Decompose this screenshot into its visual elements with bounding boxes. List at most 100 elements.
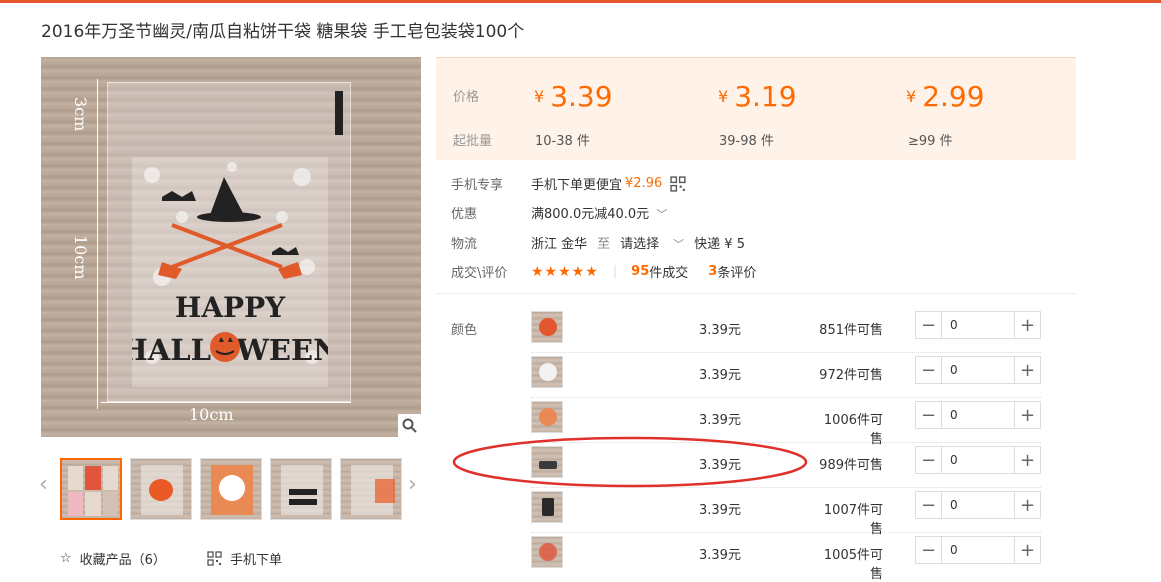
deals-reviews-value: ★★★★★ | 95 件成交 3 条评价 xyxy=(531,262,757,282)
variant-price: 3.39元 xyxy=(699,548,741,563)
thumbnail-next-arrow[interactable]: › xyxy=(408,472,417,497)
favorite-link[interactable]: ☆ 收藏产品（6） xyxy=(60,549,166,568)
range-tier-2: 39-98 件 xyxy=(719,134,774,149)
minus-button[interactable]: − xyxy=(916,402,942,428)
variant-stock: 1007件可售 xyxy=(823,503,883,537)
variant-price: 3.39元 xyxy=(699,503,741,518)
quantity-stepper: − + xyxy=(915,491,1041,519)
variant-thumbnail[interactable] xyxy=(531,491,563,523)
variant-thumbnail[interactable] xyxy=(531,356,563,388)
quantity-input[interactable] xyxy=(942,537,1014,563)
measure-bottom-label: 10cm xyxy=(189,405,234,424)
variant-row-2: 3.39元 972件可售 − + xyxy=(531,356,1041,398)
quantity-input[interactable] xyxy=(942,312,1014,338)
origin-text: 浙江 金华 xyxy=(531,237,588,252)
thumbnail-4[interactable] xyxy=(270,458,332,520)
quantity-input[interactable] xyxy=(942,447,1014,473)
qrcode-icon xyxy=(207,551,222,566)
variant-price: 3.39元 xyxy=(699,368,741,383)
main-product-image[interactable]: 3cm 10cm 10cm HAPPY HALLOWEEN xyxy=(41,57,421,437)
minus-button[interactable]: − xyxy=(916,447,942,473)
variant-price: 3.39元 xyxy=(699,323,741,338)
highlight-ellipse xyxy=(452,436,808,488)
plus-button[interactable]: + xyxy=(1014,447,1040,473)
thumbnail-prev-arrow[interactable]: ‹ xyxy=(39,472,48,497)
quantity-stepper: − + xyxy=(915,446,1041,474)
measure-top-label: 3cm xyxy=(71,97,90,132)
minus-button[interactable]: − xyxy=(916,357,942,383)
variant-row-6: 3.39元 1005件可售 − + xyxy=(531,536,1041,582)
variant-thumbnail[interactable] xyxy=(531,401,563,433)
quantity-input[interactable] xyxy=(942,357,1014,383)
price-label: 价格 xyxy=(453,90,480,105)
deals-text: 件成交 xyxy=(649,266,689,281)
magnifier-icon xyxy=(402,418,417,433)
minus-button[interactable]: − xyxy=(916,492,942,518)
svg-text:HAPPY: HAPPY xyxy=(175,291,286,324)
thumbnail-1[interactable] xyxy=(60,458,122,520)
color-label: 颜色 xyxy=(451,323,478,338)
minus-button[interactable]: − xyxy=(916,537,942,563)
plus-button[interactable]: + xyxy=(1014,492,1040,518)
chevron-down-icon: ﹀ xyxy=(656,208,668,221)
thumbnail-3[interactable] xyxy=(200,458,262,520)
quantity-stepper: − + xyxy=(915,311,1041,339)
measure-line-vertical xyxy=(97,79,98,409)
quantity-stepper: − + xyxy=(915,356,1041,384)
qrcode-icon xyxy=(670,175,686,192)
to-text: 至 xyxy=(597,237,611,252)
plus-button[interactable]: + xyxy=(1014,312,1040,338)
quantity-input[interactable] xyxy=(942,402,1014,428)
moq-label: 起批量 xyxy=(453,134,493,149)
mobile-exclusive-label: 手机专享 xyxy=(451,178,504,193)
zoom-button[interactable] xyxy=(398,414,421,437)
quantity-stepper: − + xyxy=(915,401,1041,429)
variant-price: 3.39元 xyxy=(699,413,741,428)
express-fee: 快递 ¥ 5 xyxy=(694,237,745,252)
separator: | xyxy=(612,264,618,279)
price-tier-3: ¥2.99 xyxy=(906,80,985,113)
minus-button[interactable]: − xyxy=(916,312,942,338)
price-tier-2: ¥3.19 xyxy=(718,80,797,113)
deals-count[interactable]: 95 xyxy=(631,264,649,279)
destination-select[interactable]: 请选择 ﹀ xyxy=(620,233,684,252)
bag-seal-strip xyxy=(335,91,343,135)
reviews-count[interactable]: 3 xyxy=(708,264,717,279)
mobile-order-link[interactable]: 手机下单 xyxy=(207,549,282,568)
range-tier-3: ≥99 件 xyxy=(908,134,953,149)
variant-stock: 1005件可售 xyxy=(823,548,883,582)
section-divider xyxy=(436,293,1076,294)
mobile-order-label: 手机下单 xyxy=(230,553,283,568)
price-tier-1: ¥3.39 xyxy=(534,80,613,113)
price-panel: 价格 起批量 ¥3.39 ¥3.19 ¥2.99 10-38 件 39-98 件… xyxy=(436,57,1076,160)
discount-dropdown[interactable]: 满800.0元减40.0元 ﹀ xyxy=(531,203,667,222)
variant-row-1: 3.39元 851件可售 − + xyxy=(531,311,1041,353)
bag-picture: HAPPY HALLOWEEN xyxy=(107,82,351,402)
variant-thumbnail[interactable] xyxy=(531,311,563,343)
logistics-label: 物流 xyxy=(451,237,478,252)
plus-button[interactable]: + xyxy=(1014,537,1040,563)
quantity-input[interactable] xyxy=(942,492,1014,518)
mobile-exclusive-value[interactable]: 手机下单更便宜 ¥2.96 xyxy=(531,174,686,193)
mobile-price: ¥2.96 xyxy=(625,176,663,191)
favorite-label: 收藏产品（6） xyxy=(79,553,166,568)
reviews-text: 条评价 xyxy=(717,266,757,281)
variant-stock: 851件可售 xyxy=(819,323,883,338)
range-tier-1: 10-38 件 xyxy=(535,134,590,149)
variant-row-5: 3.39元 1007件可售 − + xyxy=(531,491,1041,537)
deals-reviews-label: 成交\评价 xyxy=(451,266,508,281)
thumbnail-2[interactable] xyxy=(130,458,192,520)
quantity-stepper: − + xyxy=(915,536,1041,564)
variant-thumbnail[interactable] xyxy=(531,536,563,568)
variant-stock: 989件可售 xyxy=(819,458,883,473)
thumbnail-5[interactable] xyxy=(340,458,402,520)
plus-button[interactable]: + xyxy=(1014,402,1040,428)
halloween-print: HAPPY HALLOWEEN xyxy=(132,157,328,387)
plus-button[interactable]: + xyxy=(1014,357,1040,383)
product-title: 2016年万圣节幽灵/南瓜自粘饼干袋 糖果袋 手工皂包装袋100个 xyxy=(41,22,525,42)
variant-stock: 1006件可售 xyxy=(823,413,883,447)
chevron-down-icon: ﹀ xyxy=(673,238,685,251)
variant-stock: 972件可售 xyxy=(819,368,883,383)
star-outline-icon: ☆ xyxy=(60,551,72,566)
top-accent-line xyxy=(0,0,1161,3)
